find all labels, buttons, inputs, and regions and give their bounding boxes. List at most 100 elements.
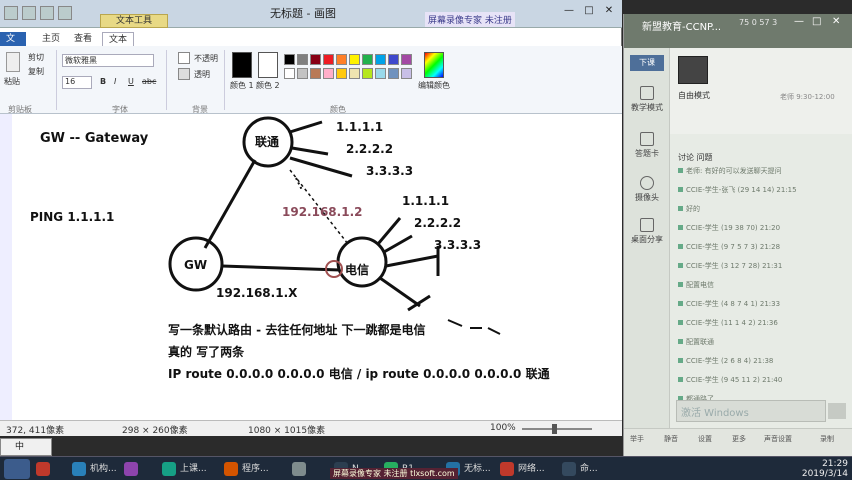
ime-indicator[interactable]: 中 (0, 438, 52, 456)
mute-button[interactable]: 静音 (664, 434, 678, 444)
taskbar-app-button[interactable]: 程序... (222, 459, 284, 479)
taskbar-app-label: 机构... (90, 464, 116, 474)
unicom-ip-2: 2.2.2.2 (346, 142, 393, 156)
palette-swatch[interactable] (375, 68, 386, 79)
chat-input[interactable]: 激活 Windows (676, 400, 826, 422)
rail-item-teaching-mode[interactable]: 教学模式 (624, 86, 670, 113)
palette-swatch[interactable] (310, 68, 321, 79)
maximize-button[interactable]: □ (812, 16, 821, 27)
palette-swatch[interactable] (401, 54, 412, 65)
message-text: CCIE-学生 (4 8 7 4 1) 21:33 (686, 300, 781, 308)
transparent-option[interactable]: 透明 (194, 69, 210, 80)
sound-settings-button[interactable]: 声音设置 (764, 434, 792, 444)
palette-swatch[interactable] (401, 68, 412, 79)
tab-view[interactable]: 查看 (68, 32, 98, 46)
palette-swatch[interactable] (284, 54, 295, 65)
send-icon[interactable] (828, 403, 846, 419)
taskbar-app-button[interactable] (34, 459, 64, 479)
message-bullet-icon (678, 339, 683, 344)
palette-swatch[interactable] (362, 68, 373, 79)
app-icon (500, 462, 514, 476)
taskbar-app-button[interactable]: 上课... (160, 459, 216, 479)
record-button[interactable]: 录制 (820, 434, 834, 444)
maximize-button[interactable]: □ (580, 4, 598, 18)
taskbar-app-button[interactable]: 机构... (70, 459, 116, 479)
tab-home[interactable]: 主页 (36, 32, 66, 46)
end-class-button[interactable]: 下课 (630, 55, 664, 71)
palette-swatch[interactable] (362, 54, 373, 65)
font-size-select[interactable]: 16 (62, 76, 92, 89)
system-clock[interactable]: 21:29 2019/3/14 (770, 459, 848, 479)
taskbar-app-button[interactable]: 命... (560, 459, 600, 479)
palette-swatch[interactable] (323, 68, 334, 79)
cut-button[interactable]: 剪切 (28, 52, 44, 63)
recorder-banner: 屏幕录像专家 未注册 (425, 12, 515, 27)
taskbar-app-button[interactable] (122, 459, 154, 479)
close-button[interactable]: ✕ (600, 4, 618, 18)
palette-swatch[interactable] (297, 68, 308, 79)
monitor-icon (640, 86, 654, 100)
redo-icon[interactable] (58, 6, 72, 20)
palette-swatch[interactable] (336, 54, 347, 65)
color1-swatch[interactable] (232, 52, 252, 78)
font-name-select[interactable]: 微软雅黑 (62, 54, 154, 67)
palette-swatch[interactable] (388, 54, 399, 65)
palette-swatch[interactable] (349, 54, 360, 65)
rail-item-screen-share[interactable]: 桌面分享 (624, 218, 670, 245)
color1-label: 颜色 1 (230, 81, 254, 90)
transparent-icon[interactable] (178, 68, 190, 80)
telecom-label: 电信 (345, 262, 369, 277)
palette-swatch[interactable] (375, 54, 386, 65)
message-text: 配置电信 (686, 281, 714, 289)
raise-hand-button[interactable]: 举手 (630, 434, 644, 444)
selection-size: 298 × 260像素 (122, 426, 188, 436)
palette-swatch[interactable] (297, 54, 308, 65)
minimize-button[interactable]: — (560, 4, 578, 18)
text-tools-context-tab: 文本工具 (100, 14, 168, 28)
zoom-slider[interactable] (522, 428, 592, 430)
opaque-option[interactable]: 不透明 (194, 53, 218, 64)
rail-item-label: 桌面分享 (631, 235, 663, 244)
rail-item-label: 答题卡 (635, 149, 659, 158)
opaque-icon[interactable] (178, 52, 190, 64)
paste-label[interactable]: 粘贴 (4, 76, 20, 87)
undo-icon[interactable] (40, 6, 54, 20)
tool-rail: 下课 教学模式 答题卡 摄像头 桌面分享 (624, 48, 670, 428)
taskbar-app-button[interactable] (290, 459, 326, 479)
paste-icon[interactable] (6, 52, 20, 72)
paint-app-icon[interactable] (4, 6, 18, 20)
color2-swatch[interactable] (258, 52, 278, 78)
start-button[interactable] (4, 459, 30, 479)
more-button[interactable]: 更多 (732, 434, 746, 444)
tab-text[interactable]: 文本 (102, 32, 135, 46)
close-button[interactable]: ✕ (832, 16, 840, 27)
app-icon (562, 462, 576, 476)
taskbar-app-button[interactable]: 网络... (498, 459, 554, 479)
minimize-button[interactable]: — (794, 16, 804, 27)
classroom-stats: 75 0 57 3 (739, 18, 778, 27)
palette-swatch[interactable] (349, 68, 360, 79)
edit-colors-button[interactable]: 编辑颜色 (418, 80, 450, 91)
rail-item-answer-card[interactable]: 答题卡 (624, 132, 670, 159)
tab-file[interactable]: 文件 (0, 32, 26, 58)
strikethrough-button[interactable]: abc (142, 77, 156, 86)
underline-button[interactable]: U (128, 77, 134, 86)
palette-swatch[interactable] (323, 54, 334, 65)
edit-colors-icon[interactable] (424, 52, 444, 78)
discussion-tabs[interactable]: 讨论 问题 (678, 152, 713, 163)
bold-button[interactable]: B (100, 77, 106, 86)
palette-swatch[interactable] (310, 54, 321, 65)
zoom-slider-thumb[interactable] (552, 424, 557, 434)
italic-button[interactable]: I (114, 77, 116, 86)
save-icon[interactable] (22, 6, 36, 20)
settings-button[interactable]: 设置 (698, 434, 712, 444)
palette-swatch[interactable] (284, 68, 295, 79)
copy-button[interactable]: 复制 (28, 66, 44, 77)
chat-message: CCIE-学生 (2 6 8 4) 21:38 (678, 356, 850, 366)
ribbon-separator (56, 50, 57, 110)
rail-item-camera[interactable]: 摄像头 (624, 176, 670, 203)
palette-swatch[interactable] (388, 68, 399, 79)
paint-titlebar: 文本工具 无标题 - 画图 屏幕录像专家 未注册 — □ ✕ (0, 0, 622, 28)
palette-swatch[interactable] (336, 68, 347, 79)
classroom-title: 新盟教育-CCNP... (642, 22, 722, 33)
